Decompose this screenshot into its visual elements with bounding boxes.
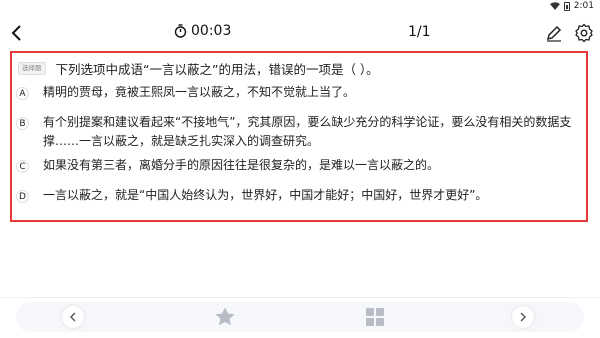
- option-c[interactable]: C 如果没有第三者，离婚分手的原因往往是很复杂的，是难以一言以蔽之的。: [16, 158, 588, 175]
- question-stem: 选择题 下列选项中成语“一言以蔽之”的用法，错误的一项是（ ）。: [18, 59, 379, 78]
- question-type-badge: 选择题: [18, 62, 46, 75]
- option-letter: D: [16, 190, 29, 203]
- option-letter: B: [16, 117, 29, 130]
- status-icons: 2:01: [549, 1, 594, 11]
- timer-value: 00:03: [191, 23, 232, 39]
- back-button[interactable]: [6, 21, 28, 45]
- status-bar: 2:01: [0, 0, 600, 14]
- chevron-left-icon: [11, 25, 21, 41]
- option-text: 一言以蔽之，就是“中国人始终认为，世界好，中国才能好；中国好，世界才更好”。: [43, 188, 488, 202]
- bottom-bar: [0, 297, 600, 338]
- option-letter: A: [16, 87, 29, 100]
- next-question-button[interactable]: [512, 306, 534, 328]
- previous-question-button[interactable]: [62, 306, 84, 328]
- option-text: 精明的贾母，竟被王熙凤一言以蔽之，不知不觉就上当了。: [43, 85, 356, 99]
- question-card: 选择题 下列选项中成语“一言以蔽之”的用法，错误的一项是（ ）。 A 精明的贾母…: [10, 51, 588, 222]
- grid-cell: [376, 318, 384, 326]
- stopwatch-icon: [174, 24, 187, 38]
- option-letter: C: [16, 160, 29, 173]
- chevron-right-icon: [520, 312, 526, 322]
- option-a[interactable]: A 精明的贾母，竟被王熙凤一言以蔽之，不知不觉就上当了。: [16, 85, 588, 102]
- status-time: 2:01: [573, 1, 594, 11]
- chevron-left-icon: [70, 312, 76, 322]
- option-b[interactable]: B 有个别提案和建议看起来“不接地气”，究其原因，要么缺少充分的科学论证，要么没…: [16, 115, 588, 151]
- battery-icon: [563, 1, 570, 11]
- option-text: 有个别提案和建议看起来“不接地气”，究其原因，要么缺少充分的科学论证，要么没有相…: [43, 115, 572, 148]
- grid-cell: [366, 308, 374, 316]
- star-icon[interactable]: [215, 307, 235, 327]
- option-d[interactable]: D 一言以蔽之，就是“中国人始终认为，世界好，中国才能好；中国好，世界才更好”。: [16, 188, 588, 205]
- grid-cell: [366, 318, 374, 326]
- wifi-icon: [549, 2, 560, 10]
- gear-icon[interactable]: [574, 23, 594, 43]
- option-text: 如果没有第三者，离婚分手的原因往往是很复杂的，是难以一言以蔽之的。: [43, 158, 440, 172]
- grid-icon[interactable]: [366, 308, 384, 326]
- page-counter: 1/1: [408, 24, 431, 40]
- question-stem-text: 下列选项中成语“一言以蔽之”的用法，错误的一项是（ ）。: [55, 62, 379, 77]
- bottom-nav-pill: [16, 302, 584, 332]
- grid-cell: [376, 308, 384, 316]
- top-bar: 00:03 1/1: [0, 18, 600, 48]
- pencil-icon[interactable]: [545, 24, 563, 42]
- timer: 00:03: [174, 23, 231, 39]
